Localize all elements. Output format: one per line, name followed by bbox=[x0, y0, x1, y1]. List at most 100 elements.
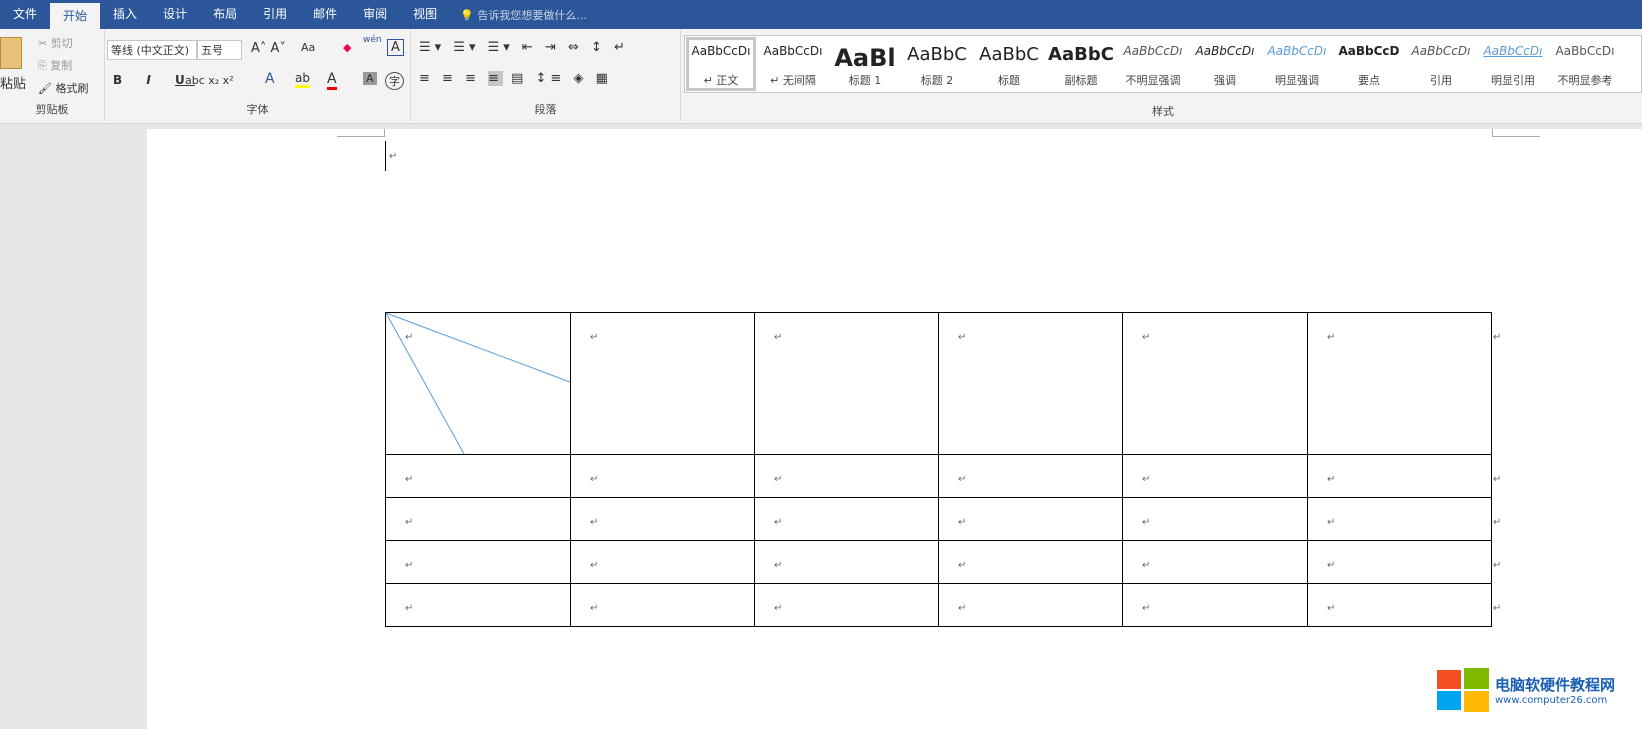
format-buttons[interactable]: B I U bbox=[113, 73, 195, 87]
font-size-select[interactable]: 五号 bbox=[197, 40, 242, 60]
style-item[interactable]: AaBbCcDı 明显强调 bbox=[1261, 36, 1333, 92]
style-name: 明显引用 bbox=[1491, 74, 1535, 87]
text-effects-icon[interactable]: A bbox=[265, 71, 275, 87]
style-name: ↵ 无间隔 bbox=[770, 74, 816, 87]
style-preview: AaBbC bbox=[1048, 44, 1114, 65]
style-item[interactable]: Aa 明 bbox=[1621, 36, 1642, 92]
diagonal-line bbox=[385, 312, 465, 455]
enclose-char-icon[interactable]: 字 bbox=[385, 72, 404, 90]
table[interactable]: ↵ ↵ ↵ ↵ ↵ ↵ ↵ ↵ ↵ ↵ ↵ ↵ ↵ ↵ ↵ ↵ ↵ ↵ ↵ ↵ ↵ ↵ ↵ ↵ ↵ ↵ ↵ ↵ ↵ ↵ ↵ ↵ ↵ ↵ ↵ bbox=[385, 312, 1515, 630]
ribbon-tabs: 文件 开始 插入 设计 布局 引用 邮件 审阅 视图 💡 告诉我您想要做什么... bbox=[0, 0, 1642, 29]
cell-paragraph-mark: ↵ bbox=[405, 474, 413, 485]
style-item[interactable]: AaBbC 标题 bbox=[973, 36, 1045, 92]
paragraph-mark: ↵ bbox=[389, 151, 398, 162]
change-case-button[interactable]: Aa bbox=[301, 41, 315, 54]
list-buttons[interactable]: ☰▾ ☰▾ ☰▾ ⇤ ⇥ ⇔ ↕ ↵ bbox=[419, 40, 629, 55]
style-item[interactable]: AaBbCcDı 引用 bbox=[1405, 36, 1477, 92]
copy-button[interactable]: ⎘ 复制 bbox=[38, 57, 72, 73]
paragraph-label: 段落 bbox=[534, 103, 557, 116]
row-end-mark: ↵ bbox=[1493, 560, 1501, 571]
row-end-mark: ↵ bbox=[1493, 332, 1501, 343]
style-item[interactable]: AaBl 标题 1 bbox=[829, 36, 901, 92]
font-name-select[interactable]: 等线 (中文正文) bbox=[107, 40, 197, 60]
watermark-url: www.computer26.com bbox=[1495, 695, 1608, 706]
style-preview: AaBbCcDı bbox=[1195, 44, 1255, 58]
highlight-icon[interactable]: ab bbox=[295, 71, 310, 88]
tell-me-search[interactable]: 💡 告诉我您想要做什么... bbox=[460, 7, 587, 23]
cell-paragraph-mark: ↵ bbox=[774, 517, 782, 528]
document-page[interactable]: ↵ ↵ ↵ ↵ ↵ ↵ ↵ ↵ ↵ ↵ ↵ ↵ ↵ ↵ ↵ ↵ ↵ ↵ ↵ ↵ ↵ ↵ ↵ ↵ ↵ ↵ ↵ ↵ ↵ ↵ ↵ ↵ ↵ ↵ ↵ ↵ bbox=[147, 129, 1642, 729]
cut-button[interactable]: ✂ 剪切 bbox=[38, 35, 73, 51]
tab-8[interactable]: 视图 bbox=[400, 0, 450, 29]
style-item[interactable]: AaBbCcDı 明显引用 bbox=[1477, 36, 1549, 92]
tab-2[interactable]: 插入 bbox=[100, 0, 150, 29]
style-item[interactable]: AaBbCcDı 不明显参考 bbox=[1549, 36, 1621, 92]
text-cursor bbox=[385, 141, 386, 171]
style-preview: AaBbCcDı bbox=[1483, 44, 1543, 58]
cell-paragraph-mark: ↵ bbox=[958, 474, 966, 485]
cell-paragraph-mark: ↵ bbox=[1142, 603, 1150, 614]
style-name: 强调 bbox=[1214, 74, 1236, 87]
tab-5[interactable]: 引用 bbox=[250, 0, 300, 29]
clear-format-icon[interactable]: ◆ bbox=[343, 41, 351, 54]
style-preview: AaBl bbox=[834, 44, 896, 68]
clipboard-label: 剪贴板 bbox=[35, 103, 69, 116]
style-item[interactable]: AaBbCcDı 不明显强调 bbox=[1117, 36, 1189, 92]
cell-paragraph-mark: ↵ bbox=[958, 332, 966, 343]
style-item[interactable]: AaBbCcDı 强调 bbox=[1189, 36, 1261, 92]
font-group: 等线 (中文正文) 五号 A˄ A˅ Aa ◆ wén A B I U abc … bbox=[105, 29, 411, 121]
style-item[interactable]: AaBbC 标题 2 bbox=[901, 36, 973, 92]
style-name: 引用 bbox=[1430, 74, 1452, 87]
ribbon: 粘贴 ✂ 剪切 ⎘ 复制 🖌 格式刷 剪贴板 等线 (中文正文) 五号 A˄ A… bbox=[0, 29, 1642, 124]
cell-paragraph-mark: ↵ bbox=[590, 332, 598, 343]
strikethrough-sub-sup-buttons[interactable]: abc x₂ x² bbox=[185, 74, 234, 87]
cell-paragraph-mark: ↵ bbox=[405, 517, 413, 528]
cell-paragraph-mark: ↵ bbox=[774, 474, 782, 485]
style-preview: AaBbC bbox=[907, 44, 967, 65]
tab-7[interactable]: 审阅 bbox=[350, 0, 400, 29]
style-name: 标题 1 bbox=[848, 74, 882, 87]
cell-paragraph-mark: ↵ bbox=[958, 560, 966, 571]
tab-0[interactable]: 文件 bbox=[0, 0, 50, 29]
tab-4[interactable]: 布局 bbox=[200, 0, 250, 29]
grow-font-button[interactable]: A˄ A˅ bbox=[251, 41, 286, 56]
watermark: 电脑软硬件教程网 www.computer26.com bbox=[1437, 668, 1615, 712]
style-preview: AaBbCcDı bbox=[1411, 44, 1471, 58]
style-item[interactable]: AaBbCcDı ↵ 正文 bbox=[685, 36, 757, 92]
tab-6[interactable]: 邮件 bbox=[300, 0, 350, 29]
style-preview: Aa bbox=[1621, 44, 1642, 68]
cell-paragraph-mark: ↵ bbox=[1327, 332, 1335, 343]
style-preview: AaBbCcDı bbox=[763, 44, 823, 58]
format-painter-button[interactable]: 🖌 格式刷 bbox=[38, 80, 88, 96]
char-shading-icon[interactable]: A bbox=[363, 72, 377, 85]
style-item[interactable]: AaBbCcDı ↵ 无间隔 bbox=[757, 36, 829, 92]
cell-paragraph-mark: ↵ bbox=[958, 603, 966, 614]
cell-paragraph-mark: ↵ bbox=[1327, 560, 1335, 571]
paste-icon[interactable] bbox=[0, 37, 22, 69]
style-preview: AaBbCcDı bbox=[1267, 44, 1327, 58]
font-color-icon[interactable]: A bbox=[327, 71, 337, 90]
cell-paragraph-mark: ↵ bbox=[1327, 603, 1335, 614]
phonetic-guide-button[interactable]: wén bbox=[363, 35, 382, 45]
style-name: 不明显参考 bbox=[1557, 74, 1613, 87]
row-end-mark: ↵ bbox=[1493, 517, 1501, 528]
tab-1[interactable]: 开始 bbox=[50, 3, 101, 29]
char-border-button[interactable]: A bbox=[387, 39, 404, 56]
cell-paragraph-mark: ↵ bbox=[405, 332, 413, 343]
style-name: 副标题 bbox=[1064, 74, 1098, 87]
styles-gallery: AaBbCcDı ↵ 正文 AaBbCcDı ↵ 无间隔 AaBl 标题 1 AaBbC 标题… bbox=[684, 35, 1642, 93]
style-item[interactable]: AaBbCcD 要点 bbox=[1333, 36, 1405, 92]
align-buttons[interactable]: ≡ ≡ ≡ ≡ ▤ ↕≡ ◈ ▦ bbox=[419, 71, 612, 86]
margin-corner bbox=[1492, 129, 1540, 137]
cell-paragraph-mark: ↵ bbox=[1142, 332, 1150, 343]
margin-corner bbox=[337, 129, 385, 137]
cell-paragraph-mark: ↵ bbox=[1142, 517, 1150, 528]
tab-3[interactable]: 设计 bbox=[150, 0, 200, 29]
style-item[interactable]: AaBbC 副标题 bbox=[1045, 36, 1117, 92]
style-name: 不明显强调 bbox=[1125, 74, 1181, 87]
style-preview: AaBbC bbox=[979, 44, 1039, 65]
paste-button[interactable]: 粘贴 bbox=[0, 73, 26, 92]
cell-paragraph-mark: ↵ bbox=[774, 332, 782, 343]
watermark-title: 电脑软硬件教程网 bbox=[1495, 676, 1616, 694]
style-preview: AaBbCcDı bbox=[1555, 44, 1615, 58]
